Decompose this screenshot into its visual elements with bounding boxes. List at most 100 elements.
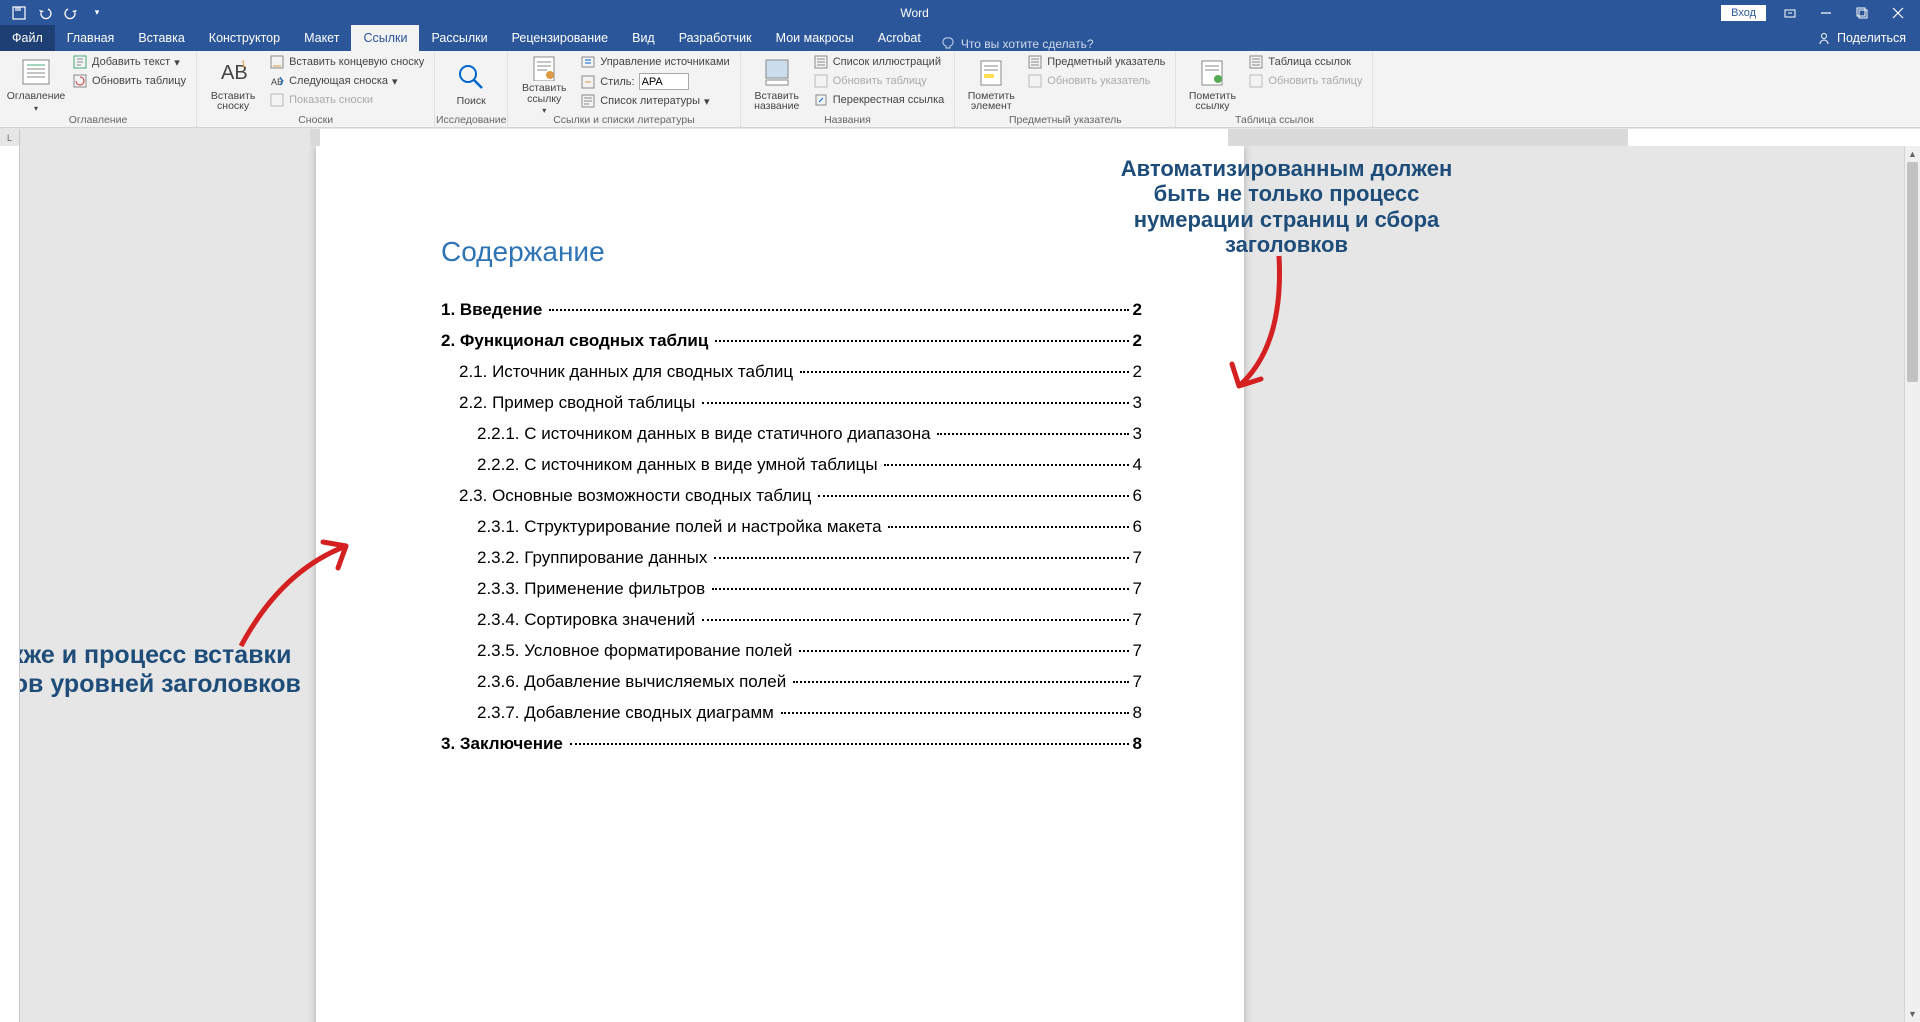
tab-мои макросы[interactable]: Мои макросы <box>764 25 866 51</box>
index-icon <box>1027 54 1043 70</box>
insert-footnote-button[interactable]: AB1 Вставить сноску <box>205 53 261 115</box>
style-icon <box>580 74 596 90</box>
tab-вид[interactable]: Вид <box>620 25 667 51</box>
ribbon-display-icon[interactable] <box>1772 0 1808 25</box>
show-footnotes-button: Показать сноски <box>267 91 426 109</box>
tab-рассылки[interactable]: Рассылки <box>419 25 499 51</box>
undo-icon[interactable] <box>34 2 56 24</box>
minimize-icon[interactable] <box>1808 0 1844 25</box>
document-page[interactable]: Содержание 1. Введение22. Функционал сво… <box>316 146 1244 1022</box>
save-icon[interactable] <box>8 2 30 24</box>
close-icon[interactable] <box>1880 0 1916 25</box>
scroll-thumb[interactable] <box>1907 162 1918 382</box>
update-toc-button[interactable]: Обновить таблицу <box>70 72 188 90</box>
tell-me-search[interactable]: Что вы хотите сделать? <box>941 37 1094 51</box>
toc-entry[interactable]: 2.3.7. Добавление сводных диаграмм8 <box>441 703 1142 723</box>
login-button[interactable]: Вход <box>1721 5 1766 21</box>
citation-style-row[interactable]: Стиль: <box>578 72 731 91</box>
toc-entry[interactable]: 2.2.1. С источником данных в виде статич… <box>441 424 1142 444</box>
toc-entry[interactable]: 3. Заключение8 <box>441 734 1142 754</box>
group-label-footnotes: Сноски <box>197 114 434 126</box>
toc-leader-dots <box>937 433 1128 435</box>
tab-главная[interactable]: Главная <box>55 25 127 51</box>
toc-entry[interactable]: 2. Функционал сводных таблиц2 <box>441 331 1142 351</box>
toc-entry-page: 7 <box>1131 579 1142 599</box>
toc-entry[interactable]: 2.3.4. Сортировка значений7 <box>441 610 1142 630</box>
mark-citation-button[interactable]: Пометить ссылку <box>1184 53 1240 115</box>
insert-authorities-button[interactable]: Таблица ссылок <box>1246 53 1364 71</box>
table-of-figures-button[interactable]: Список иллюстраций <box>811 53 947 71</box>
toc-entry-text: 2.3.4. Сортировка значений <box>477 610 700 630</box>
toc-entry[interactable]: 1. Введение2 <box>441 300 1142 320</box>
tab-конструктор[interactable]: Конструктор <box>197 25 292 51</box>
scroll-up-icon[interactable]: ▲ <box>1905 146 1920 162</box>
toc-button[interactable]: Оглавление▾ <box>8 53 64 115</box>
bibliography-button[interactable]: Список литературы ▾ <box>578 92 731 110</box>
footnote-icon: AB1 <box>217 57 249 89</box>
toc-entry-page: 6 <box>1131 517 1142 537</box>
toc-entry-text: 2.2.2. С источником данных в виде умной … <box>477 455 882 475</box>
insert-caption-button[interactable]: Вставить название <box>749 53 805 115</box>
toc-entry[interactable]: 2.3. Основные возможности сводных таблиц… <box>441 486 1142 506</box>
toc-leader-dots <box>888 526 1128 528</box>
toc-entry-text: 2.3.3. Применение фильтров <box>477 579 710 599</box>
toc-entry-text: 1. Введение <box>441 300 547 320</box>
toc-entry-text: 2.3.2. Группирование данных <box>477 548 712 568</box>
toc-leader-dots <box>884 464 1128 466</box>
tab-макет[interactable]: Макет <box>292 25 351 51</box>
insert-endnote-button[interactable]: Вставить концевую сноску <box>267 53 426 71</box>
toc-leader-dots <box>781 712 1129 714</box>
toc-entry[interactable]: 2.1. Источник данных для сводных таблиц2 <box>441 362 1142 382</box>
group-label-authorities: Таблица ссылок <box>1176 114 1372 126</box>
toc-entry[interactable]: 2.2. Пример сводной таблицы 3 <box>441 393 1142 413</box>
toc-leader-dots <box>800 371 1129 373</box>
insert-citation-button[interactable]: Вставить ссылку▾ <box>516 53 572 115</box>
cross-reference-button[interactable]: Перекрестная ссылка <box>811 91 947 109</box>
toc-entry-text: 2.2. Пример сводной таблицы <box>459 393 700 413</box>
group-label-toc: Оглавление <box>0 114 196 126</box>
crossref-icon <box>813 92 829 108</box>
update-authorities-button: Обновить таблицу <box>1246 72 1364 90</box>
next-footnote-button[interactable]: ABСледующая сноска ▾ <box>267 72 426 90</box>
tab-вставка[interactable]: Вставка <box>126 25 196 51</box>
toc-leader-dots <box>793 681 1129 683</box>
toc-entry[interactable]: 2.3.2. Группирование данных7 <box>441 548 1142 568</box>
toc-icon <box>20 56 52 88</box>
citation-icon <box>528 53 560 81</box>
toc-entry[interactable]: 2.3.1. Структурирование полей и настройк… <box>441 517 1142 537</box>
toc-entry[interactable]: 2.3.5. Условное форматирование полей7 <box>441 641 1142 661</box>
toc-entry-text: 2.3.1. Структурирование полей и настройк… <box>477 517 886 537</box>
update-index-button: Обновить указатель <box>1025 72 1167 90</box>
mark-index-entry-button[interactable]: Пометить элемент <box>963 53 1019 115</box>
insert-index-button[interactable]: Предметный указатель <box>1025 53 1167 71</box>
horizontal-ruler[interactable]: L <box>0 129 1920 147</box>
redo-icon[interactable] <box>60 2 82 24</box>
maximize-icon[interactable] <box>1844 0 1880 25</box>
app-title: Word <box>108 6 1721 20</box>
tab-разработчик[interactable]: Разработчик <box>667 25 764 51</box>
smart-lookup-button[interactable]: Поиск <box>443 53 499 115</box>
vertical-ruler[interactable] <box>0 146 20 1022</box>
tab-рецензирование[interactable]: Рецензирование <box>500 25 621 51</box>
authorities-icon <box>1248 54 1264 70</box>
tab-ссылки[interactable]: Ссылки <box>351 25 419 51</box>
tab-acrobat[interactable]: Acrobat <box>866 25 933 51</box>
citation-style-select[interactable] <box>639 73 689 90</box>
share-button[interactable]: Поделиться <box>1803 25 1920 51</box>
toc-entry[interactable]: 2.3.3. Применение фильтров 7 <box>441 579 1142 599</box>
mark-citation-icon <box>1196 57 1228 89</box>
tab-file[interactable]: Файл <box>0 25 55 51</box>
svg-text:1: 1 <box>241 59 246 69</box>
scroll-down-icon[interactable]: ▼ <box>1905 1006 1920 1022</box>
toc-entry[interactable]: 2.3.6. Добавление вычисляемых полей7 <box>441 672 1142 692</box>
toc-entry-page: 3 <box>1131 393 1142 413</box>
qat-customize-icon[interactable]: ▾ <box>86 2 108 24</box>
annotation-right: Автоматизированным должен быть не только… <box>1114 156 1459 257</box>
toc-entry[interactable]: 2.2.2. С источником данных в виде умной … <box>441 455 1142 475</box>
add-text-button[interactable]: Добавить текст ▾ <box>70 53 188 71</box>
group-label-index: Предметный указатель <box>955 114 1175 126</box>
endnote-icon <box>269 54 285 70</box>
toc-leader-dots <box>549 309 1129 311</box>
vertical-scrollbar[interactable]: ▲ ▼ <box>1904 146 1920 1022</box>
manage-sources-button[interactable]: Управление источниками <box>578 53 731 71</box>
